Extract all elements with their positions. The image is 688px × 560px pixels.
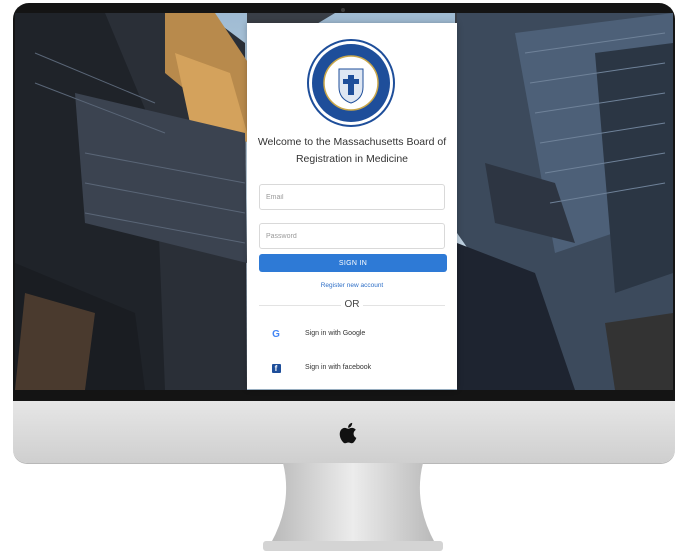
camera-dot — [341, 8, 345, 12]
google-sign-in-label: Sign in with Google — [305, 329, 366, 337]
monitor-stand — [263, 463, 443, 551]
google-icon: G — [272, 329, 280, 340]
welcome-heading: Welcome to the Massachusetts Board of Re… — [255, 134, 449, 168]
welcome-line-2: Registration in Medicine — [295, 153, 409, 165]
facebook-sign-in-button[interactable]: f Sign in with facebook — [259, 355, 445, 379]
password-field[interactable] — [259, 223, 445, 249]
or-label: OR — [344, 299, 360, 310]
email-field[interactable] — [259, 184, 445, 210]
facebook-icon: f — [267, 358, 285, 376]
login-card: Welcome to the Massachusetts Board of Re… — [247, 23, 457, 389]
google-sign-in-button[interactable]: G Sign in with Google — [259, 321, 445, 345]
board-seal-logo — [307, 39, 395, 127]
facebook-sign-in-label: Sign in with facebook — [305, 363, 372, 371]
welcome-line-1: Welcome to the Massachusetts Board of — [257, 136, 447, 148]
apple-logo-icon — [339, 422, 357, 444]
sign-in-button[interactable]: SIGN IN — [259, 254, 447, 272]
register-new-account-link[interactable]: Register new account — [247, 282, 457, 289]
